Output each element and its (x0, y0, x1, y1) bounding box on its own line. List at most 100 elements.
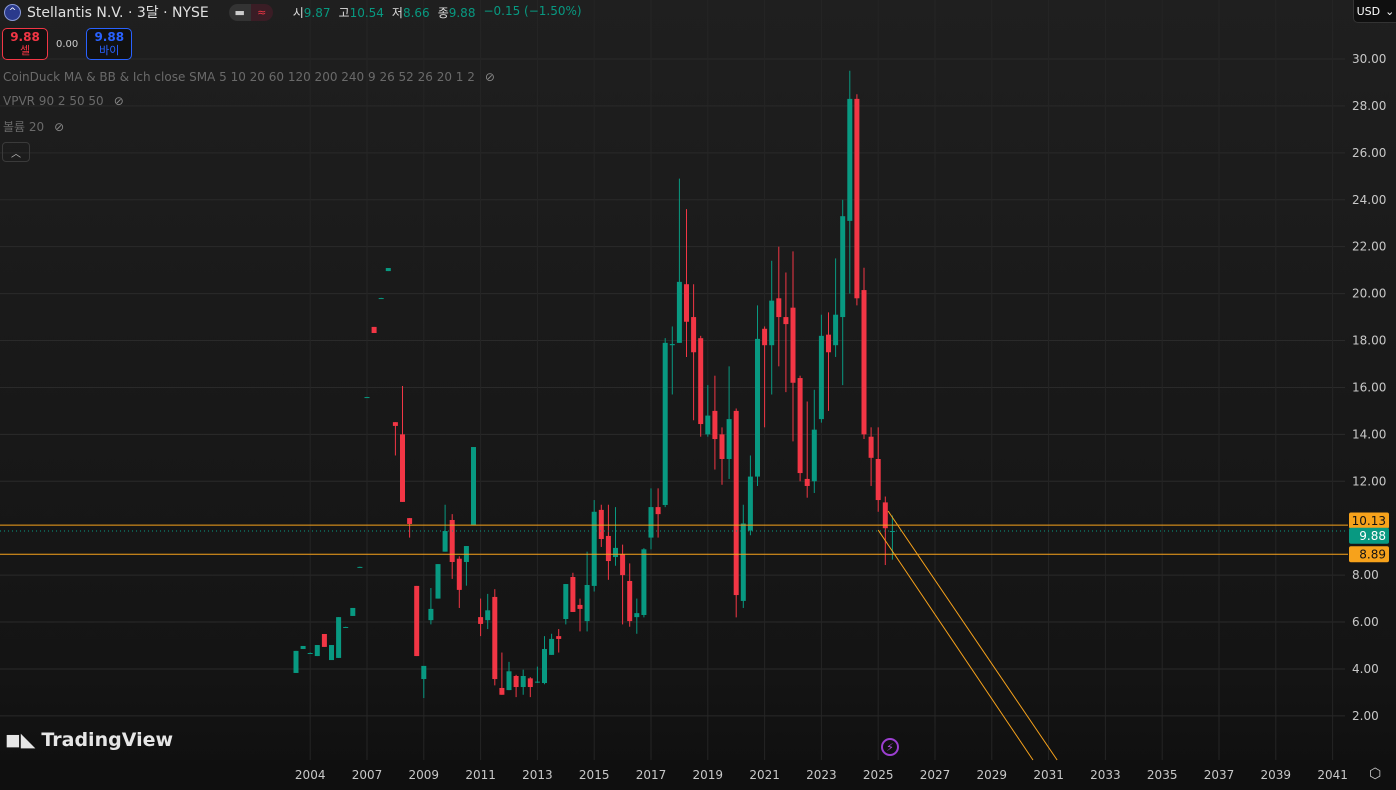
candle (463, 546, 469, 586)
candle-body (762, 328, 768, 346)
candle-body (705, 415, 711, 435)
tradingview-logo[interactable]: ◼◣ TradingView (5, 729, 173, 751)
indicator-coinduck[interactable]: CoinDuck MA & BB & Ich close SMA 5 10 20… (3, 70, 495, 84)
candle-body (364, 397, 370, 399)
candle (719, 427, 725, 485)
collapse-indicators-button[interactable]: ︿ (2, 142, 30, 162)
x-tick-label: 2013 (522, 768, 553, 782)
candle-body (357, 566, 363, 568)
candle-body (414, 585, 420, 657)
candle-body (343, 626, 349, 628)
buy-button[interactable]: 9.88 바이 (86, 28, 133, 60)
chevron-up-icon: ︿ (11, 148, 21, 160)
candle-body (769, 300, 775, 346)
candle-body (875, 458, 881, 501)
candle (329, 645, 334, 661)
indicator-vpvr[interactable]: VPVR 90 2 50 50 ⊘ (3, 94, 124, 108)
candle (762, 326, 768, 428)
eye-hidden-icon[interactable]: ⊘ (485, 70, 495, 84)
candle-body (676, 281, 682, 343)
candle (385, 268, 391, 272)
y-tick-label: 6.00 (1352, 615, 1379, 629)
candle-body (833, 314, 839, 346)
chevron-down-icon: ⌄ (1385, 4, 1395, 18)
y-tick-label: 16.00 (1352, 380, 1386, 394)
lightning-event-icon[interactable]: ⚡ (881, 738, 899, 756)
candle-body (648, 507, 654, 538)
candle (655, 488, 661, 538)
candle-body (641, 549, 647, 616)
y-tick-label: 14.00 (1352, 427, 1386, 441)
candle (613, 507, 618, 566)
x-tick-label: 2019 (693, 768, 724, 782)
stellantis-logo-icon: ^ (4, 3, 21, 21)
sell-button[interactable]: 9.88 셀 (2, 28, 48, 60)
candle (818, 314, 824, 423)
ohlc-open: 9.87 (303, 5, 331, 20)
brand-label: TradingView (41, 729, 174, 751)
candle (428, 588, 434, 625)
x-tick-label: 2017 (636, 768, 667, 782)
candle-body (854, 98, 860, 299)
candle (357, 566, 363, 568)
ohlc-close: 9.88 (448, 5, 476, 20)
candle-body (378, 298, 384, 300)
candle (755, 305, 760, 486)
x-tick-label: 2004 (295, 768, 326, 782)
x-tick-label: 2041 (1317, 768, 1348, 782)
candle-body (790, 307, 796, 383)
eye-hidden-icon[interactable]: ⊘ (114, 94, 124, 108)
candle (563, 584, 569, 625)
candle (854, 94, 860, 306)
candle (378, 297, 384, 300)
candle-body (407, 518, 413, 524)
candle (414, 585, 420, 657)
indicator-label: VPVR 90 2 50 50 (3, 94, 104, 108)
x-tick-label: 2011 (465, 768, 496, 782)
candle-body (499, 687, 505, 695)
candle (293, 650, 299, 673)
candle (577, 598, 583, 632)
candle (556, 629, 562, 653)
x-tick-label: 2025 (863, 768, 894, 782)
candle-body (442, 531, 448, 552)
candle-body (336, 617, 342, 658)
candle (499, 652, 505, 695)
candle (400, 386, 405, 502)
candle (833, 258, 839, 357)
candle-body (776, 298, 782, 318)
candle (300, 645, 306, 650)
candle (861, 267, 867, 440)
settings-icon[interactable]: ⬡ (1369, 766, 1381, 782)
y-tick-label: 18.00 (1352, 334, 1386, 348)
symbol-title[interactable]: Stellantis N.V. · 3달 · NYSE (27, 2, 209, 22)
x-tick-label: 2009 (409, 768, 440, 782)
y-tick-label: 8.00 (1352, 568, 1379, 582)
y-tick-label: 12.00 (1352, 474, 1386, 488)
candle (691, 284, 697, 421)
candle (620, 544, 626, 625)
eye-hidden-icon[interactable]: ⊘ (54, 120, 64, 134)
status-pill[interactable]: ▬ ≈ (228, 3, 273, 21)
ohlc-open-label: 시 (292, 5, 304, 20)
ohlc-change: −0.15 (−1.50%) (483, 3, 582, 18)
candle (520, 669, 526, 695)
candle (449, 514, 455, 579)
candle (712, 375, 718, 470)
price-chart[interactable]: 2.00 4.00 6.00 8.00 12.00 14.00 16.00 18.00 20.0… (0, 0, 1396, 790)
candle-body (300, 645, 306, 650)
candle-body (840, 216, 846, 318)
indicator-volume[interactable]: 볼륨 20 ⊘ (3, 118, 64, 135)
currency-select[interactable]: USD ⌄ (1353, 0, 1396, 23)
candle (783, 272, 789, 393)
candle (627, 563, 633, 627)
candle-body (740, 523, 746, 601)
candle-body (804, 478, 810, 486)
candle (769, 260, 775, 395)
candle-body (620, 554, 626, 576)
approx-icon: ≈ (250, 3, 273, 21)
y-tick-label: 2.00 (1352, 709, 1379, 723)
candle (371, 326, 377, 334)
candle-body (485, 610, 491, 621)
y-tick-label: 28.00 (1352, 99, 1386, 113)
